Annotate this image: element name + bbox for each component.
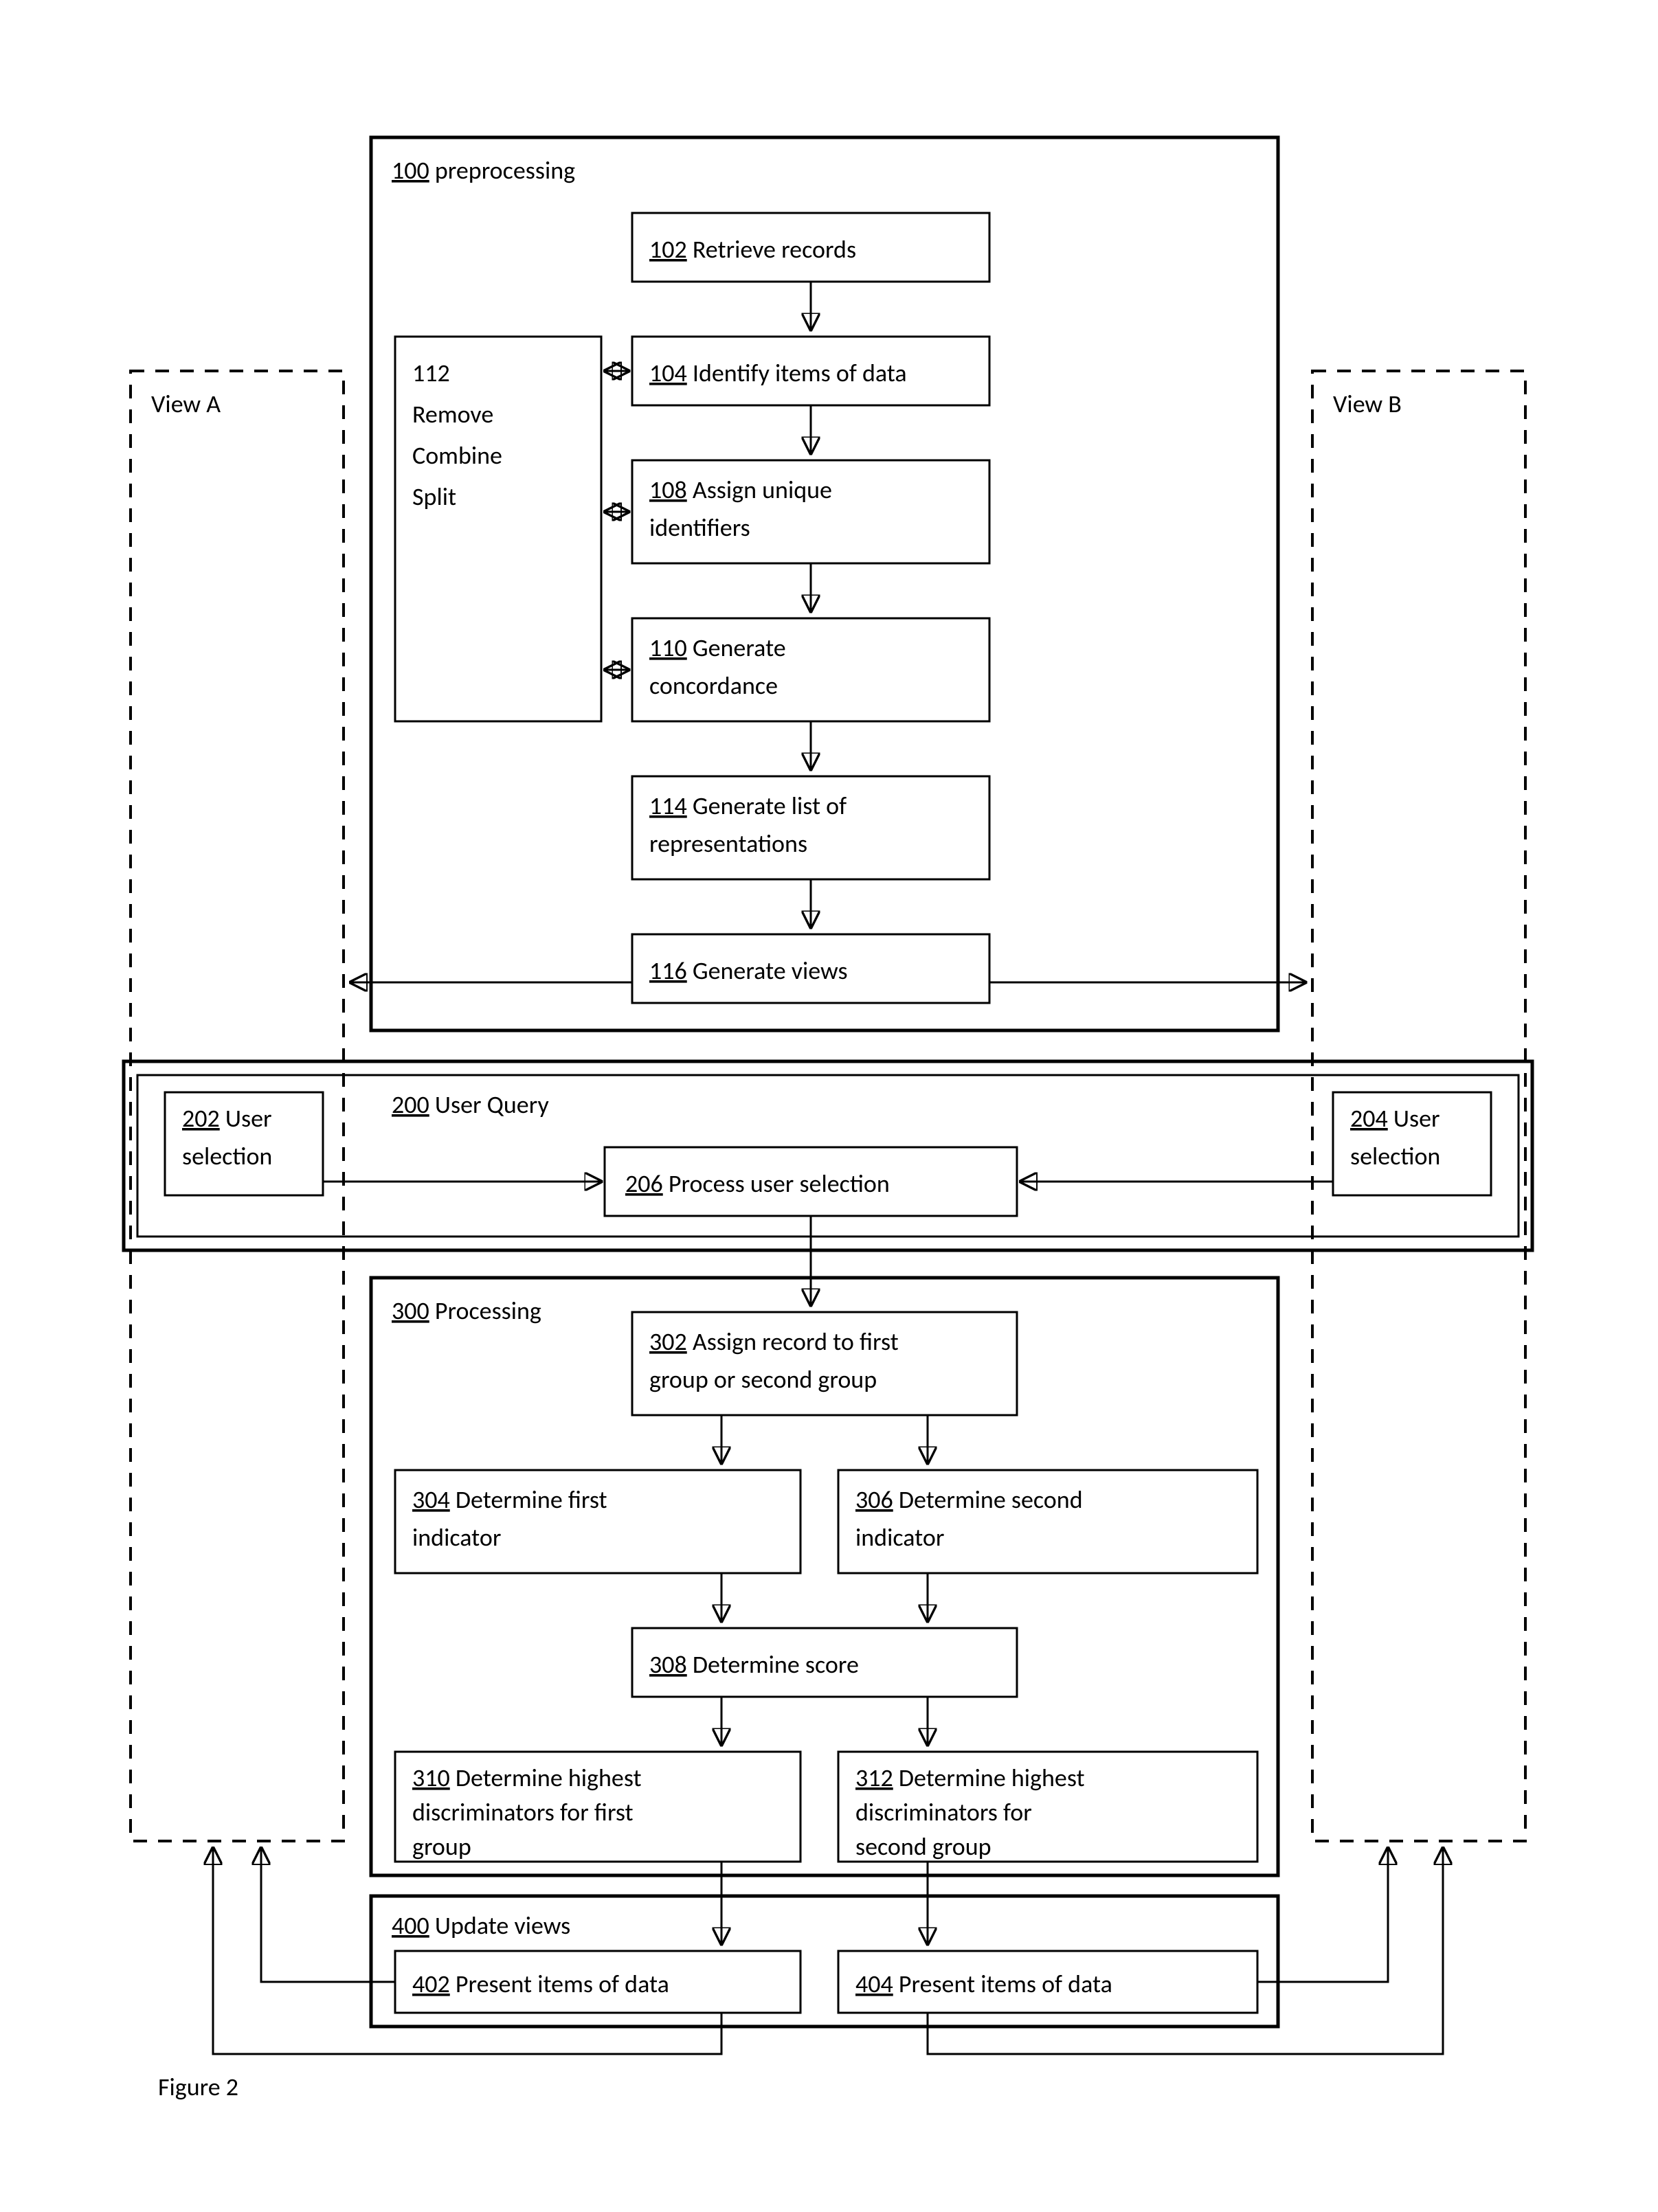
- label-310c: group: [412, 1831, 471, 1862]
- figure-label: Figure 2: [158, 2072, 238, 2102]
- num-310: 310: [412, 1763, 450, 1793]
- svg-text:404 Present items of data: 404 Present items of data: [855, 1969, 1112, 1999]
- num-300: 300: [392, 1296, 429, 1326]
- svg-text:308 Determine score: 308 Determine score: [649, 1649, 859, 1680]
- num-404: 404: [855, 1969, 893, 1999]
- label-204b: selection: [1350, 1141, 1440, 1171]
- label-312a: Determine highest: [899, 1763, 1085, 1793]
- svg-text:206 Process user selection: 206 Process user selection: [625, 1169, 890, 1199]
- label-108b: identifiers: [649, 512, 750, 543]
- num-304: 304: [412, 1485, 450, 1515]
- label-402: Present items of data: [456, 1969, 669, 1999]
- label-400: Update views: [435, 1910, 570, 1941]
- view-a-label: View A: [151, 389, 221, 419]
- label-204a: User: [1393, 1103, 1440, 1133]
- num-100: 100: [392, 155, 429, 185]
- label-110b: concordance: [649, 670, 778, 701]
- label-108a: Assign unique: [693, 475, 832, 505]
- label-404: Present items of data: [899, 1969, 1112, 1999]
- svg-text:202 User: 202 User: [182, 1103, 272, 1133]
- label-200: User Query: [435, 1090, 550, 1120]
- svg-text:400 Update views: 400 Update views: [392, 1910, 570, 1941]
- label-308: Determine score: [693, 1649, 859, 1680]
- svg-text:104 Identify items of data: 104 Identify items of data: [649, 358, 907, 388]
- num-116: 116: [649, 956, 687, 986]
- label-100: preprocessing: [435, 155, 575, 185]
- label-114a: Generate list of: [693, 791, 847, 821]
- svg-text:312 Determine highest: 312 Determine highest: [855, 1763, 1085, 1793]
- box-112: [395, 337, 601, 721]
- label-304b: indicator: [412, 1522, 501, 1553]
- label-304a: Determine first: [456, 1485, 607, 1515]
- label-302a: Assign record to first: [693, 1327, 899, 1357]
- num-114: 114: [649, 791, 687, 821]
- num-302: 302: [649, 1327, 687, 1357]
- label-206: Process user selection: [669, 1169, 890, 1199]
- label-312c: second group: [855, 1831, 992, 1862]
- svg-text:100 preprocessing: 100 preprocessing: [392, 155, 575, 185]
- label-110a: Generate: [693, 633, 786, 663]
- num-306: 306: [855, 1485, 893, 1515]
- num-104: 104: [649, 358, 687, 388]
- num-110: 110: [649, 633, 687, 663]
- num-308: 308: [649, 1649, 687, 1680]
- svg-text:204 User: 204 User: [1350, 1103, 1440, 1133]
- num-204: 204: [1350, 1103, 1388, 1133]
- svg-text:300 Processing: 300 Processing: [392, 1296, 541, 1326]
- num-400: 400: [392, 1910, 429, 1941]
- label-202a: User: [225, 1103, 272, 1133]
- svg-text:306 Determine second: 306 Determine second: [855, 1485, 1083, 1515]
- label-310a: Determine highest: [456, 1763, 642, 1793]
- label-306a: Determine second: [899, 1485, 1083, 1515]
- label-102: Retrieve records: [693, 234, 856, 264]
- label-302b: group or second group: [649, 1364, 877, 1395]
- label-312b: discriminators for: [855, 1797, 1032, 1827]
- label-310b: discriminators for first: [412, 1797, 634, 1827]
- label-202b: selection: [182, 1141, 272, 1171]
- label-112a: Remove: [412, 399, 493, 429]
- box-200-outer: [124, 1061, 1532, 1250]
- box-100: [371, 137, 1278, 1030]
- label-300: Processing: [435, 1296, 541, 1326]
- num-206: 206: [625, 1169, 663, 1199]
- num-202: 202: [182, 1103, 220, 1133]
- svg-text:102 Retrieve records: 102 Retrieve records: [649, 234, 856, 264]
- svg-text:304 Determine first: 304 Determine first: [412, 1485, 607, 1515]
- label-112b: Combine: [412, 440, 502, 471]
- num-402: 402: [412, 1969, 450, 1999]
- view-b-label: View B: [1333, 389, 1402, 419]
- num-312: 312: [855, 1763, 893, 1793]
- label-112c: Split: [412, 482, 456, 512]
- num-112: 112: [412, 358, 450, 388]
- svg-text:402 Present items of data: 402 Present items of data: [412, 1969, 669, 1999]
- arrow-402-viewA-1: [261, 1848, 395, 1982]
- svg-text:302 Assign record to first: 302 Assign record to first: [649, 1327, 899, 1357]
- svg-text:114 Generate list of: 114 Generate list of: [649, 791, 847, 821]
- svg-text:108 Assign unique: 108 Assign unique: [649, 475, 832, 505]
- svg-text:110 Generate: 110 Generate: [649, 633, 786, 663]
- label-114b: representations: [649, 828, 807, 859]
- label-306b: indicator: [855, 1522, 944, 1553]
- svg-text:310 Determine highest: 310 Determine highest: [412, 1763, 642, 1793]
- num-200: 200: [392, 1090, 429, 1120]
- label-116: Generate views: [693, 956, 848, 986]
- svg-text:200 User Query: 200 User Query: [392, 1090, 549, 1120]
- num-102: 102: [649, 234, 687, 264]
- svg-text:116 Generate views: 116 Generate views: [649, 956, 848, 986]
- label-104: Identify items of data: [693, 358, 907, 388]
- num-108: 108: [649, 475, 687, 505]
